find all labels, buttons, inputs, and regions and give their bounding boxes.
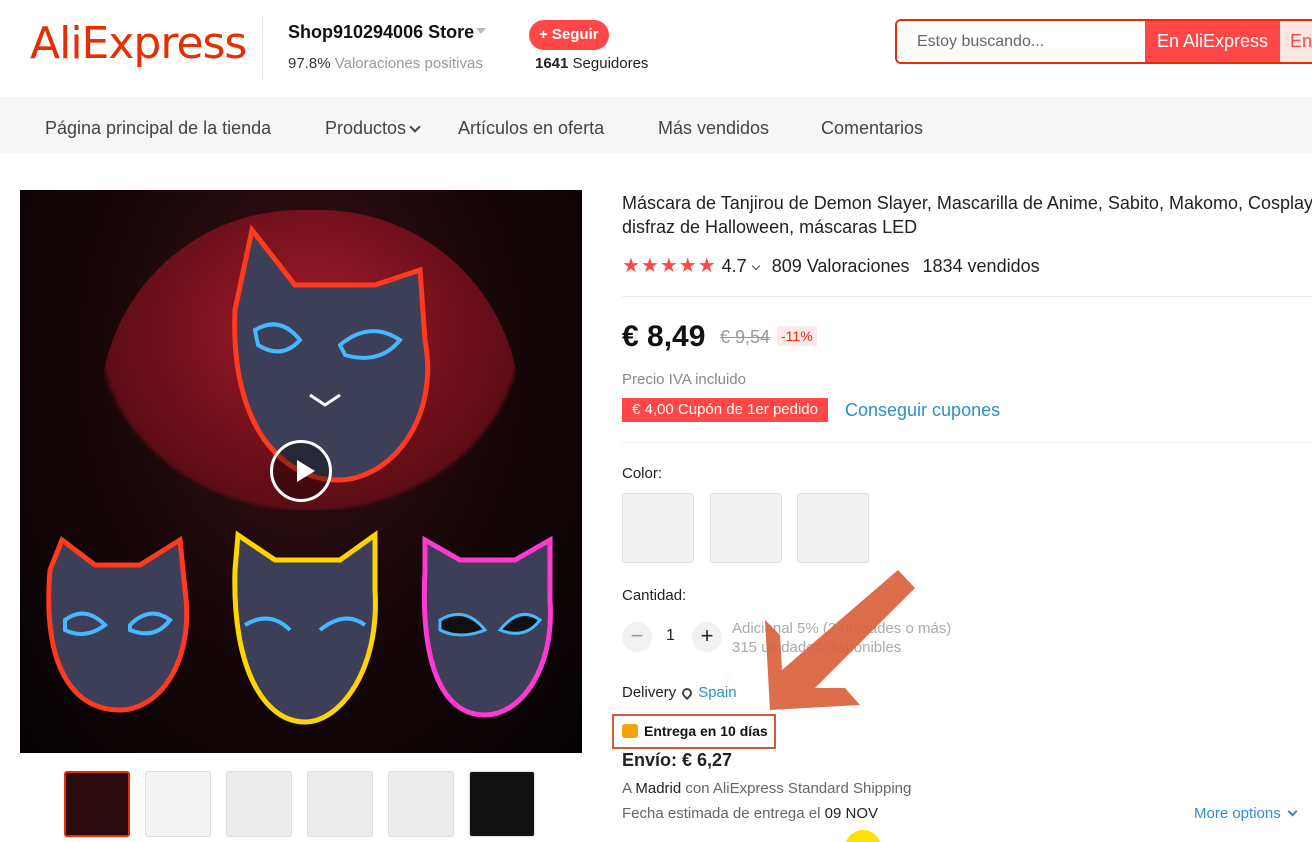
product-title: Máscara de Tanjirou de Demon Slayer, Mas… xyxy=(622,193,1312,237)
ship-method: con AliExpress Standard Shipping xyxy=(685,780,912,797)
eta-prefix: Fecha estimada de entrega el xyxy=(622,805,821,822)
discount-badge: -11% xyxy=(777,326,817,346)
rating-value[interactable]: 4.7 xyxy=(722,256,747,276)
chevron-down-icon[interactable] xyxy=(476,28,486,34)
nav-item-products[interactable]: Productos xyxy=(325,118,421,139)
delivery-label: Delivery xyxy=(622,684,677,701)
thumbnail-6[interactable] xyxy=(469,771,535,837)
thumbnail-1[interactable] xyxy=(64,771,130,837)
nav-item-bestsellers[interactable]: Más vendidos xyxy=(658,118,769,139)
rating-text: Valoraciones positivas xyxy=(334,55,483,72)
estimated-delivery: Fecha estimada de entrega el 09 NOV xyxy=(622,805,878,822)
search-store-button[interactable]: En xyxy=(1280,21,1312,62)
nav-item-products-label: Productos xyxy=(325,118,407,138)
original-price: € 9,54 xyxy=(720,327,771,347)
thumbnail-4[interactable] xyxy=(307,771,373,837)
aliexpress-logo[interactable]: AliExpress xyxy=(30,18,247,69)
rating-percent: 97.8% xyxy=(288,55,331,72)
ship-to-city: Madrid xyxy=(635,780,682,797)
rating-row: ★★★★★ 4.7 809 Valoraciones 1834 vendidos xyxy=(622,253,1040,278)
delivery-location[interactable]: Spain xyxy=(698,684,736,701)
play-icon[interactable] xyxy=(270,440,332,502)
eta-date: 09 NOV xyxy=(824,805,878,822)
header-divider xyxy=(262,18,263,78)
get-coupons-link[interactable]: Conseguir cupones xyxy=(845,400,1000,421)
current-price: € 8,49 xyxy=(622,320,706,353)
delivery-time-text: Entrega en 10 días xyxy=(644,723,768,739)
ship-to-prefix: A xyxy=(622,780,632,797)
color-label: Color: xyxy=(622,465,663,482)
vat-note: Precio IVA incluido xyxy=(622,371,746,388)
divider xyxy=(622,442,1312,443)
annotation-arrow-icon xyxy=(765,570,915,710)
search-bar: En AliExpress En xyxy=(895,19,1312,64)
ship-to: A Madrid con AliExpress Standard Shippin… xyxy=(622,780,911,797)
sun-icon xyxy=(845,830,881,842)
followers-number: 1641 xyxy=(535,55,569,72)
more-options-label: More options xyxy=(1194,805,1281,822)
quantity-value[interactable]: 1 xyxy=(666,627,675,645)
quantity-label: Cantidad: xyxy=(622,587,687,604)
store-nav: Página principal de la tienda Productos … xyxy=(0,100,1312,154)
shipping-cost: Envío: € 6,27 xyxy=(622,750,733,770)
quantity-increment-button[interactable]: + xyxy=(692,622,722,652)
nav-item-home[interactable]: Página principal de la tienda xyxy=(45,118,271,139)
delivery-row: Delivery Spain xyxy=(622,684,737,701)
thumbnail-2[interactable] xyxy=(145,771,211,837)
store-rating: 97.8% Valoraciones positivas xyxy=(288,55,483,72)
chevron-down-icon xyxy=(1287,806,1298,817)
color-option-pink[interactable] xyxy=(797,493,869,563)
quantity-decrement-button[interactable]: − xyxy=(622,622,652,652)
search-aliexpress-button[interactable]: En AliExpress xyxy=(1145,21,1280,62)
chevron-down-icon xyxy=(751,261,760,271)
divider xyxy=(622,296,1312,297)
product-main-image[interactable] xyxy=(20,190,582,753)
chevron-down-icon xyxy=(409,121,421,133)
star-rating-icon: ★★★★★ xyxy=(622,255,717,277)
more-shipping-options[interactable]: More options xyxy=(1194,805,1298,822)
store-name[interactable]: Shop910294006 Store xyxy=(288,22,474,43)
sold-count: 1834 vendidos xyxy=(922,256,1040,276)
fast-delivery-icon xyxy=(622,724,638,738)
store-header: AliExpress Shop910294006 Store 97.8% Val… xyxy=(0,0,1312,99)
thumbnail-5[interactable] xyxy=(388,771,454,837)
follow-button[interactable]: + Seguir xyxy=(529,20,609,50)
search-input[interactable] xyxy=(897,21,1145,62)
color-option-yellow[interactable] xyxy=(710,493,782,563)
followers-label: Seguidores xyxy=(572,55,649,72)
reviews-count[interactable]: 809 Valoraciones xyxy=(772,256,910,276)
coupon-badge[interactable]: € 4,00 Cupón de 1er pedido xyxy=(622,398,828,422)
color-option-red[interactable] xyxy=(622,493,694,563)
nav-item-deals[interactable]: Artículos en oferta xyxy=(458,118,604,139)
followers-count: 1641 Seguidores xyxy=(535,55,648,72)
nav-item-reviews[interactable]: Comentarios xyxy=(821,118,923,139)
location-pin-icon xyxy=(680,685,695,701)
thumbnail-3[interactable] xyxy=(226,771,292,837)
